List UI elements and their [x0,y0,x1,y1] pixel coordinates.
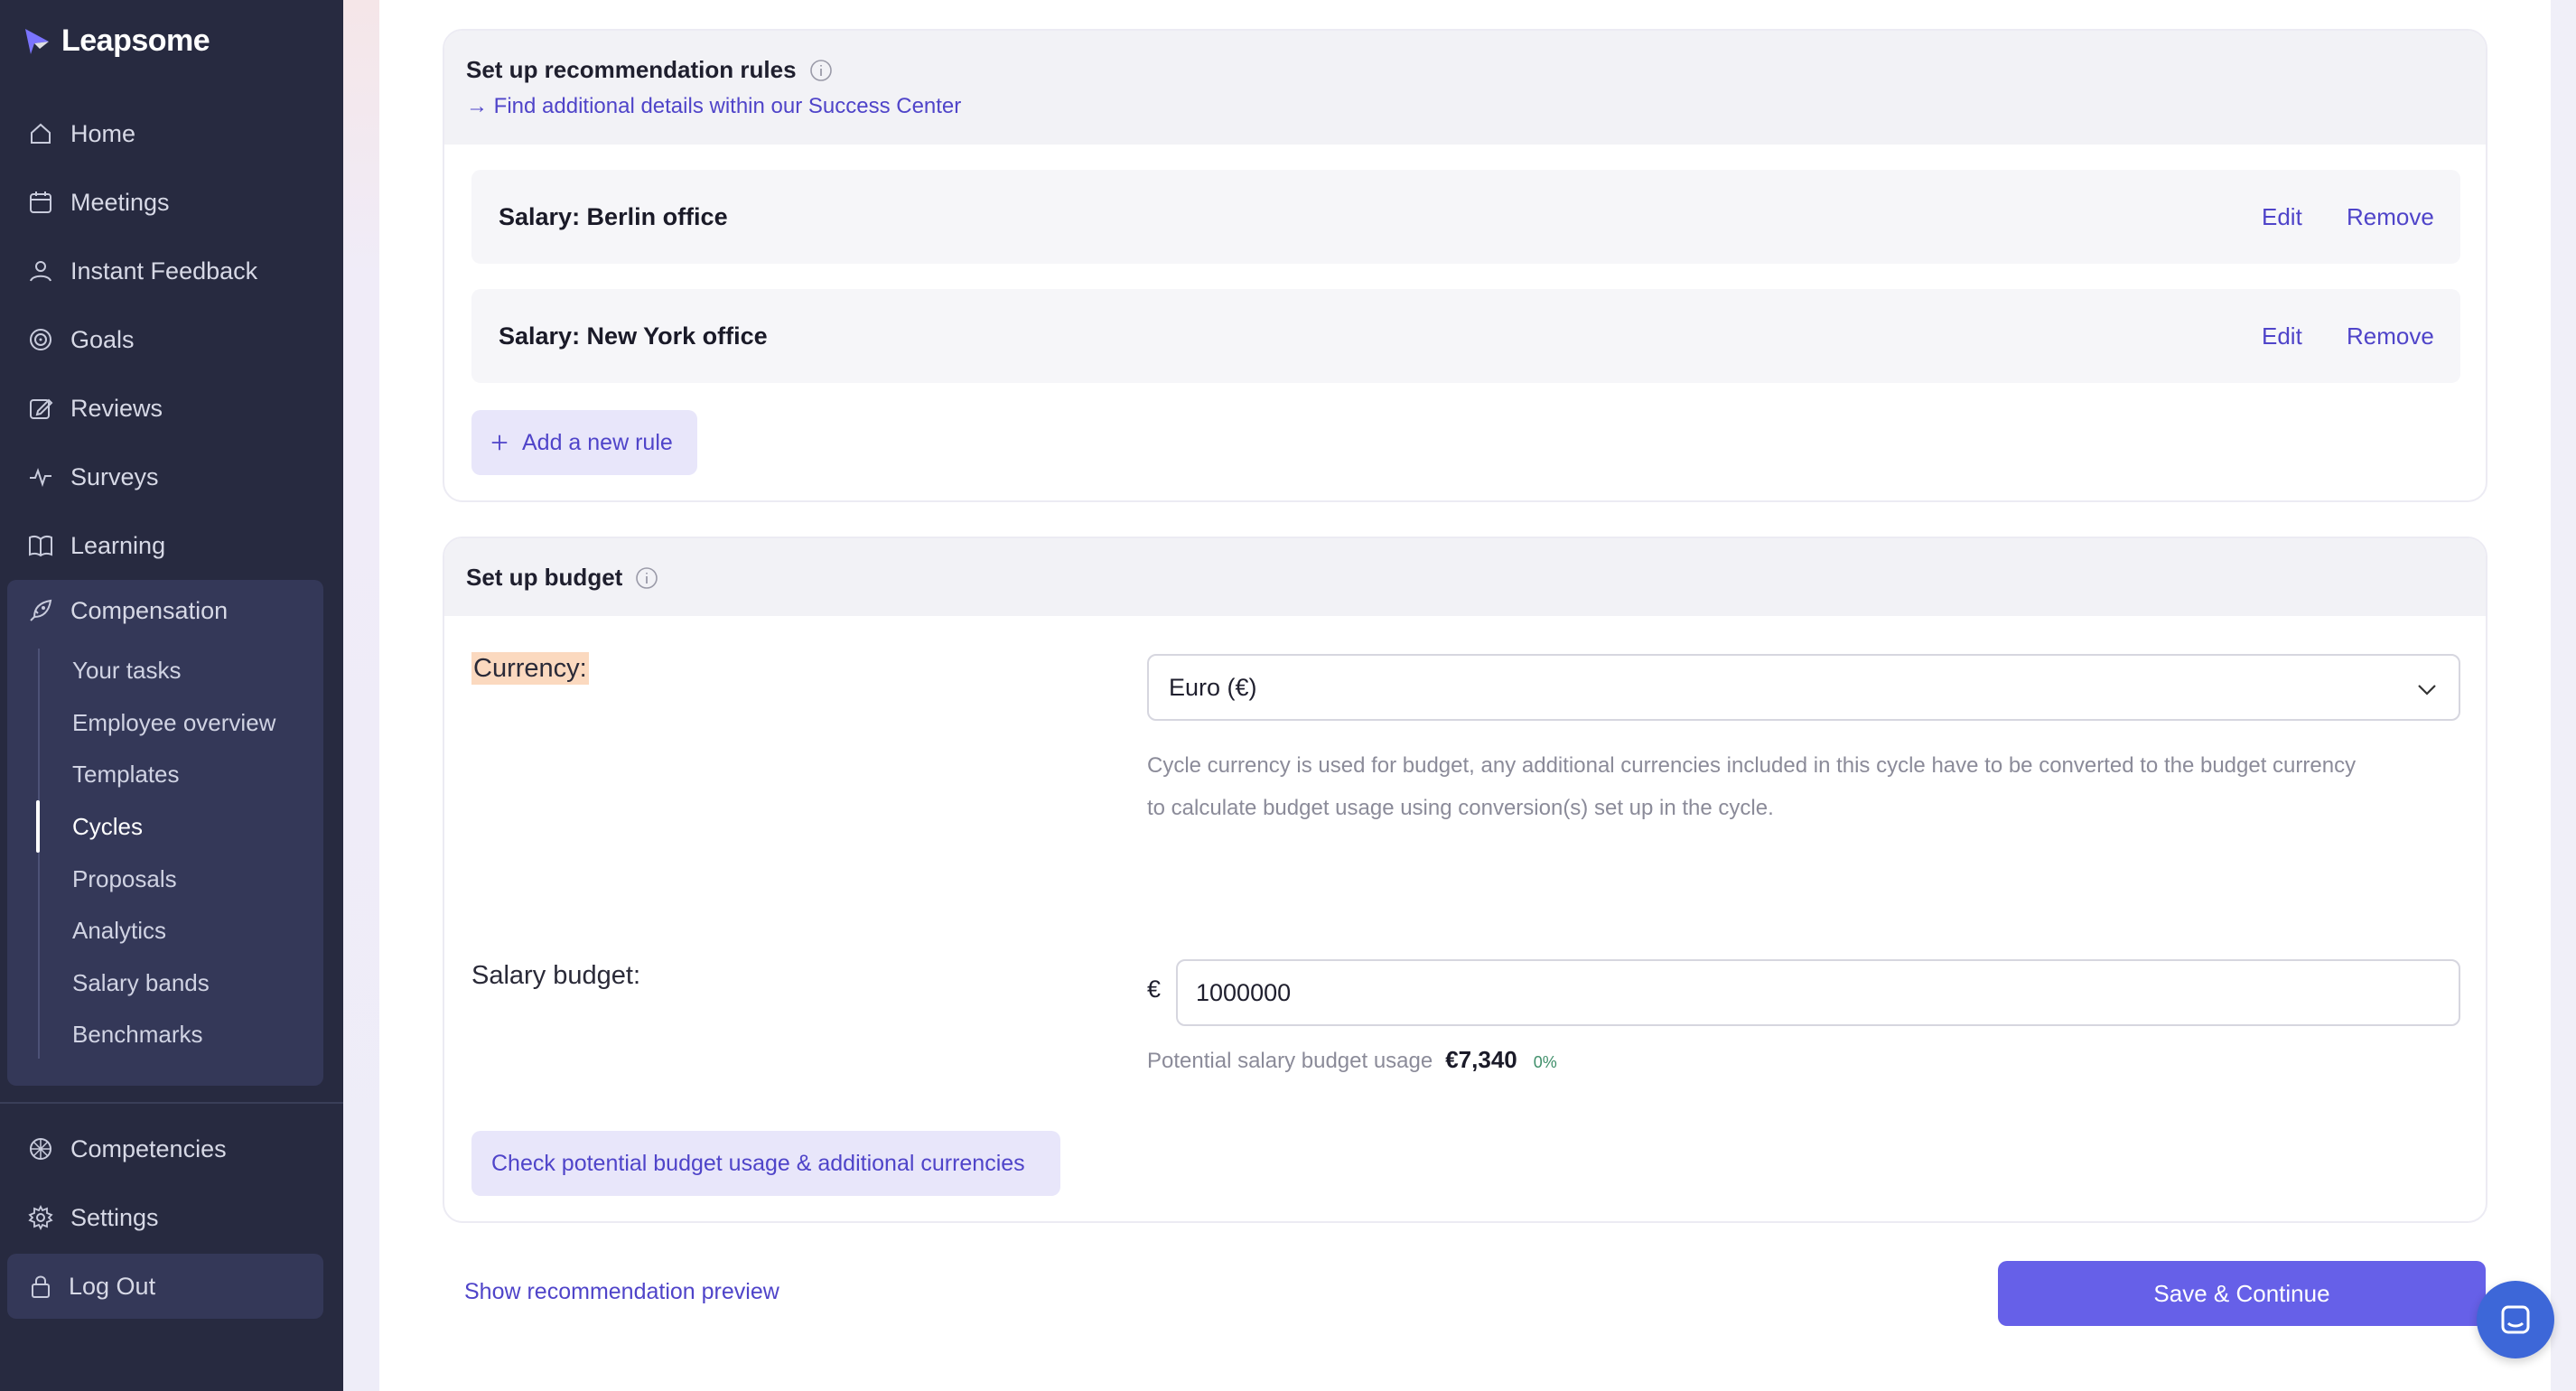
app-name: Leapsome [61,23,210,58]
rule-row-new-york: Salary: New York office Edit Remove [471,289,2460,383]
info-icon[interactable] [809,59,833,82]
sidebar-item-home[interactable]: Home [7,105,323,163]
usage-percent: 0% [1533,1053,1557,1071]
pencil-square-icon [30,398,53,419]
currency-select[interactable]: Euro (€) [1147,654,2460,721]
sidebar-item-compensation[interactable]: Compensation [7,582,323,639]
calendar-icon [30,191,51,213]
sidebar-item-surveys[interactable]: Surveys [7,448,323,506]
submenu-guide-line [38,649,40,1059]
currency-help-text: Cycle currency is used for budget, any a… [1147,744,2460,829]
target-icon [30,329,51,350]
plus-icon [491,434,508,451]
leapsome-logo-icon [25,28,49,54]
sidebar-subitem-your-tasks[interactable]: Your tasks [72,648,181,693]
section-title-text: Set up recommendation rules [466,56,797,83]
sidebar-item-label: Goals [70,325,135,353]
salary-budget-label: Salary budget: [471,961,641,990]
section-title-budget: Set up budget [466,564,658,592]
sidebar-item-label: Learning [70,531,166,559]
sidebar-subitem-salary-bands[interactable]: Salary bands [72,960,210,1005]
sidebar: Leapsome Home Meetings Instant Feedback … [0,0,343,1391]
currency-label: Currency: [471,652,589,685]
info-icon[interactable] [635,566,658,590]
currency-label-text: Currency: [471,652,589,685]
app-logo[interactable]: Leapsome [22,23,210,59]
main-gutter [343,0,379,1391]
sidebar-item-goals[interactable]: Goals [7,311,323,369]
home-icon [31,123,51,144]
currency-symbol: € [1147,976,1162,1003]
active-indicator [36,800,40,853]
competencies-icon [30,1138,51,1160]
sidebar-item-learning[interactable]: Learning [7,517,323,574]
card-header [444,31,2486,145]
add-rule-button[interactable]: Add a new rule [471,410,697,475]
sidebar-item-settings[interactable]: Settings [7,1189,323,1246]
pulse-icon [30,468,51,488]
success-center-link[interactable]: → Find additional details within our Suc… [466,94,961,119]
rocket-icon [30,599,52,621]
salary-budget-value: 1000000 [1196,978,1292,1006]
chat-support-button[interactable] [2477,1281,2554,1358]
sidebar-item-meetings[interactable]: Meetings [7,173,323,231]
chat-icon [2501,1305,2530,1334]
check-budget-usage-button[interactable]: Check potential budget usage & additiona… [471,1131,1060,1196]
currency-help-line-1: Cycle currency is used for budget, any a… [1147,753,2357,778]
logout-label: Log Out [69,1272,156,1300]
sidebar-item-label: Settings [70,1203,159,1231]
budget-card: Set up budget Currency: Euro (€) Cycle c… [443,537,2487,1223]
currency-selected-value: Euro (€) [1169,673,1257,701]
sidebar-subitem-employee-overview[interactable]: Employee overview [72,700,275,745]
recommendation-preview-link[interactable]: Show recommendation preview [464,1279,779,1305]
usage-label: Potential salary budget usage [1147,1049,1433,1073]
right-gutter [2551,0,2576,1391]
sidebar-item-competencies[interactable]: Competencies [7,1120,323,1178]
sidebar-item-label: Instant Feedback [70,257,258,285]
rule-name: Salary: Berlin office [499,202,728,230]
sidebar-item-label: Meetings [70,188,170,216]
sidebar-item-label: Compensation [70,596,229,624]
feedback-icon [30,261,51,282]
book-icon [29,535,52,557]
card-header [444,538,2486,616]
sidebar-subitem-templates[interactable]: Templates [72,752,180,797]
sidebar-item-label: Home [70,119,136,147]
currency-help-line-2: to calculate budget usage using conversi… [1147,796,1774,820]
remove-rule-button[interactable]: Remove [2347,170,2434,264]
sidebar-item-label: Surveys [70,462,159,490]
rule-row-berlin: Salary: Berlin office Edit Remove [471,170,2460,264]
sidebar-item-label: Reviews [70,394,163,422]
sidebar-subitem-analytics[interactable]: Analytics [72,908,166,953]
usage-value: €7,340 [1445,1046,1517,1073]
save-continue-button[interactable]: Save & Continue [1998,1261,2486,1326]
section-title-rules: Set up recommendation rules [466,56,833,84]
logout-button[interactable]: Log Out [7,1254,323,1319]
sidebar-divider [0,1102,343,1104]
recommendation-rules-card: Set up recommendation rules → Find addit… [443,29,2487,502]
sidebar-item-reviews[interactable]: Reviews [7,379,323,437]
edit-rule-button[interactable]: Edit [2262,170,2302,264]
sidebar-subitem-benchmarks[interactable]: Benchmarks [72,1012,203,1057]
salary-budget-input[interactable]: 1000000 [1176,959,2460,1026]
check-budget-usage-label: Check potential budget usage & additiona… [491,1150,1025,1176]
add-rule-label: Add a new rule [522,429,673,455]
gear-icon [28,1204,53,1231]
edit-rule-button[interactable]: Edit [2262,289,2302,383]
chevron-down-icon [2418,685,2436,696]
rule-name: Salary: New York office [499,322,768,350]
sidebar-item-label: Competencies [70,1134,227,1162]
sidebar-subitem-proposals[interactable]: Proposals [72,856,177,901]
budget-usage-row: Potential salary budget usage €7,340 0% [1147,1046,1557,1074]
section-title-text: Set up budget [466,564,623,591]
lock-icon [32,1275,50,1298]
sidebar-item-instant-feedback[interactable]: Instant Feedback [7,242,323,300]
remove-rule-button[interactable]: Remove [2347,289,2434,383]
save-continue-label: Save & Continue [2153,1279,2330,1307]
sidebar-subitem-cycles[interactable]: Cycles [72,804,143,849]
